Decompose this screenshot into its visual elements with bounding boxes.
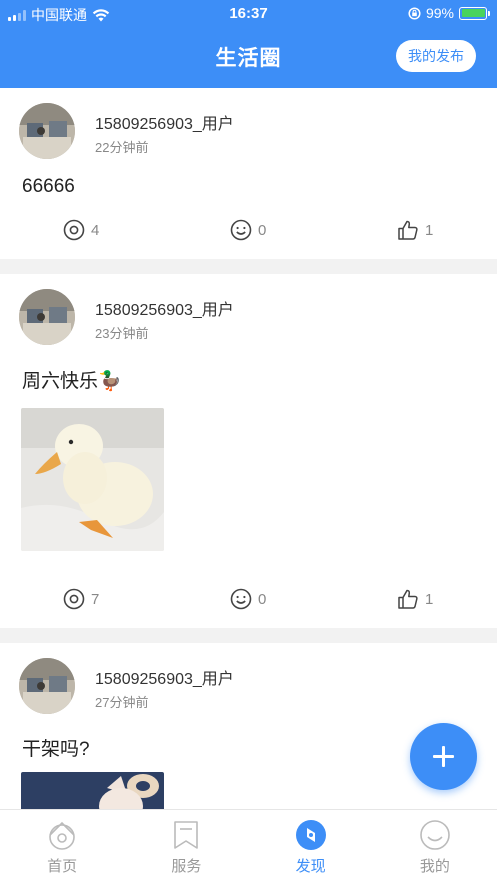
views-stat[interactable]: 7 [63, 588, 99, 610]
tab-label: 首页 [47, 858, 78, 875]
likes-count: 1 [425, 221, 434, 239]
bookmark-icon [174, 821, 199, 849]
post-time: 23分钟前 [95, 326, 149, 341]
post-content: 周六快乐🦆 [22, 371, 122, 392]
tab-bar: 首页 服务 发现 我的 [0, 809, 497, 883]
tab-discover[interactable]: 发现 [249, 810, 373, 883]
battery-icon [459, 6, 490, 20]
eye-icon [63, 588, 85, 610]
battery-percent: 99% [425, 5, 454, 21]
home-icon [49, 821, 75, 850]
smile-profile-icon [420, 820, 450, 850]
views-count: 7 [91, 590, 100, 608]
post-content: 干架吗? [22, 739, 90, 760]
likes-count: 1 [425, 590, 434, 608]
post-username: 15809256903_用户 [95, 302, 234, 319]
post-username: 15809256903_用户 [95, 671, 234, 688]
top-bar: 中国联通 16:37 99% 生活圈 我的发布 [0, 0, 497, 88]
add-post-button[interactable] [410, 723, 477, 790]
compass-icon [295, 820, 326, 850]
status-bar: 中国联通 16:37 99% [0, 0, 497, 26]
tab-services[interactable]: 服务 [124, 810, 248, 883]
likes-stat[interactable]: 1 [397, 219, 433, 241]
avatar[interactable] [19, 103, 75, 159]
eye-icon [63, 219, 85, 241]
avatar[interactable] [19, 289, 75, 345]
comments-count: 0 [258, 221, 267, 239]
post-card[interactable]: 15809256903_用户 23分钟前 周六快乐🦆 7 0 1 [0, 274, 497, 628]
post-time: 22分钟前 [95, 140, 149, 155]
post-time: 27分钟前 [95, 695, 149, 710]
comments-count: 0 [258, 590, 267, 608]
likes-stat[interactable]: 1 [397, 588, 433, 610]
tab-label: 服务 [171, 858, 202, 875]
comments-stat[interactable]: 0 [230, 219, 266, 241]
rotation-lock-icon [408, 6, 421, 20]
my-posts-button[interactable]: 我的发布 [396, 40, 476, 72]
comment-smile-icon [230, 588, 252, 610]
post-photo-duck[interactable] [21, 408, 164, 551]
comment-smile-icon [230, 219, 252, 241]
thumbs-up-icon [398, 589, 418, 609]
post-card[interactable]: 15809256903_用户 22分钟前 66666 4 0 1 [0, 88, 497, 259]
comments-stat[interactable]: 0 [230, 588, 266, 610]
post-username: 15809256903_用户 [95, 116, 234, 133]
post-card[interactable]: 15809256903_用户 27分钟前 干架吗? [0, 643, 497, 809]
tab-home[interactable]: 首页 [0, 810, 124, 883]
views-stat[interactable]: 4 [63, 219, 99, 241]
avatar[interactable] [19, 658, 75, 714]
thumbs-up-icon [398, 220, 418, 240]
views-count: 4 [91, 221, 100, 239]
tab-label: 发现 [295, 858, 326, 875]
tab-mine[interactable]: 我的 [373, 810, 497, 883]
post-content: 66666 [22, 176, 75, 197]
post-photo-cat[interactable] [21, 772, 164, 809]
tab-label: 我的 [419, 858, 450, 875]
